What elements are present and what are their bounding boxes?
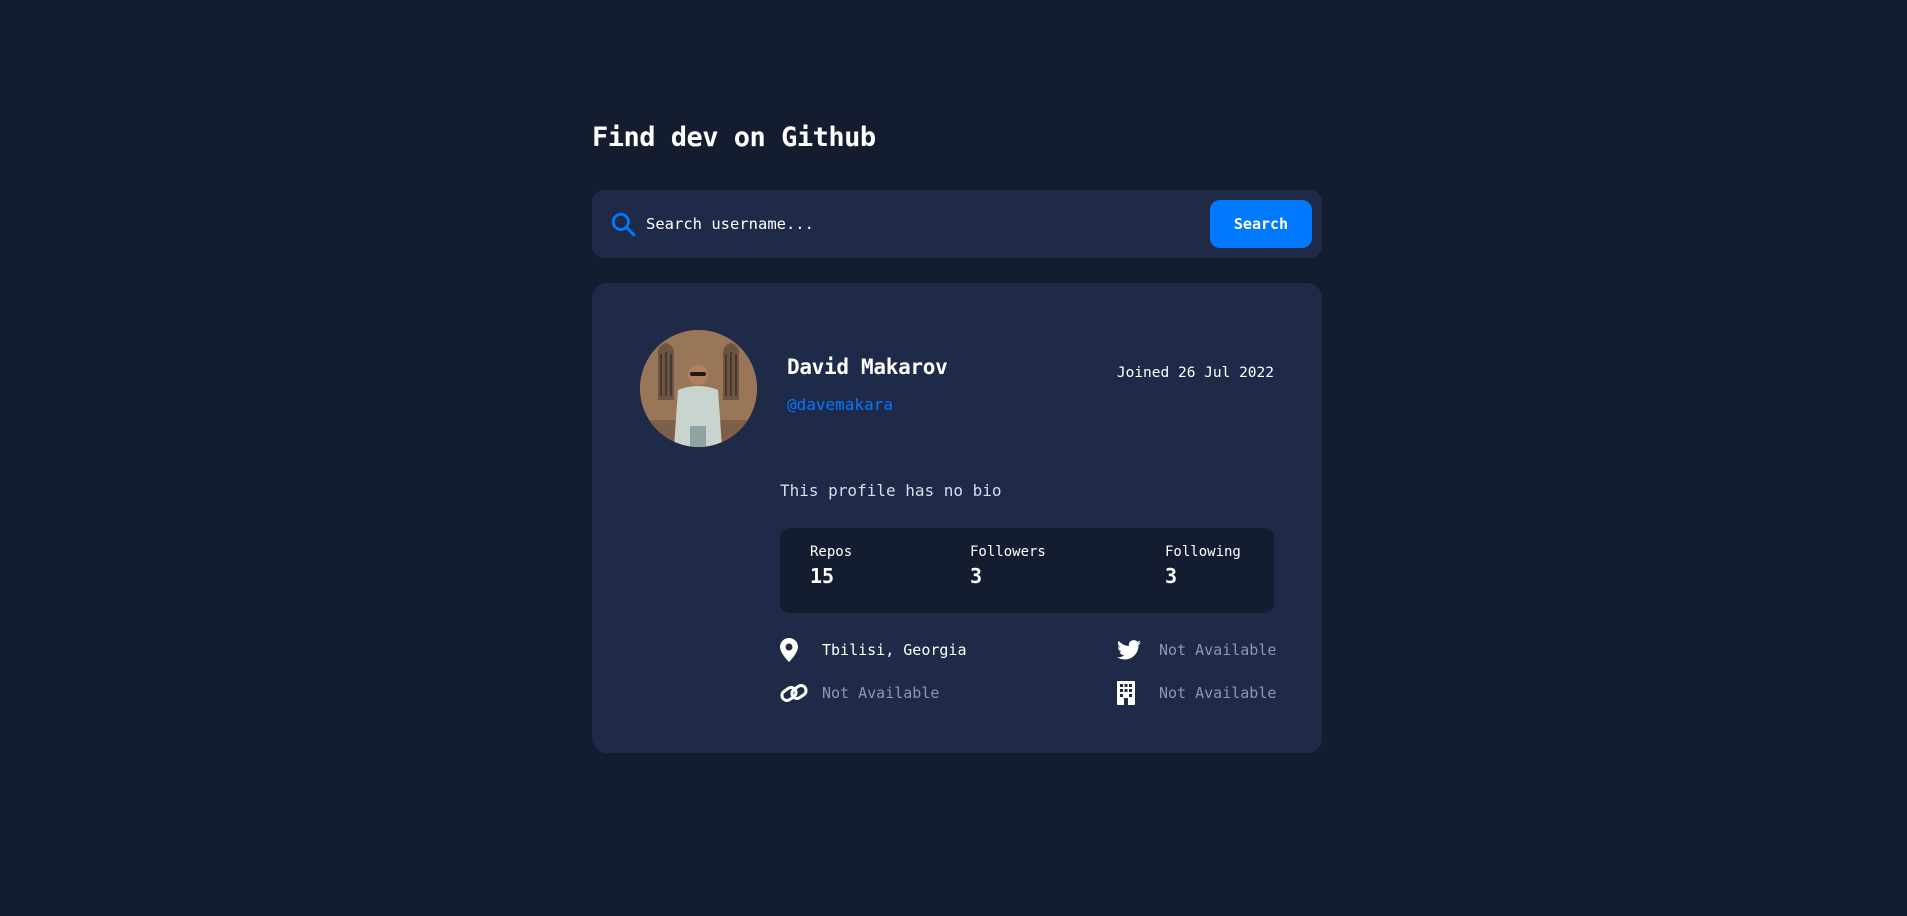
twitter-text: Not Available (1159, 641, 1277, 659)
joined-date: Joined 26 Jul 2022 (1116, 365, 1274, 381)
avatar-photo (640, 330, 757, 447)
location-pin-icon (780, 638, 798, 662)
profile-name: David Makarov (787, 355, 948, 379)
company-row: Not Available (1117, 681, 1276, 705)
building-icon (1117, 681, 1135, 705)
stat-value: 15 (810, 564, 835, 588)
link-icon (780, 684, 808, 702)
app-container: Find dev on Github Search David Makar (592, 118, 1322, 753)
stat-repos: Repos 15 (810, 544, 852, 588)
stat-label: Followers (970, 544, 1046, 560)
stat-following: Following 3 (1165, 544, 1241, 588)
location-text: Tbilisi, Georgia (822, 641, 967, 659)
stat-value: 3 (1165, 564, 1178, 588)
profile-card: David Makarov @davemakara Joined 26 Jul … (592, 283, 1322, 753)
search-bar: Search (592, 190, 1322, 258)
search-button[interactable]: Search (1210, 200, 1312, 248)
website-text: Not Available (822, 684, 940, 702)
stat-followers: Followers 3 (970, 544, 1046, 588)
search-icon (611, 212, 636, 237)
twitter-icon (1117, 640, 1141, 660)
page-title: Find dev on Github (592, 122, 876, 153)
stat-label: Repos (810, 544, 853, 560)
search-input[interactable] (646, 204, 1210, 244)
twitter-row: Not Available (1117, 638, 1276, 662)
profile-bio: This profile has no bio (780, 481, 1002, 500)
stat-label: Following (1165, 544, 1241, 560)
website-row: Not Available (780, 681, 939, 705)
avatar (640, 330, 757, 447)
company-text: Not Available (1159, 684, 1277, 702)
profile-handle[interactable]: @davemakara (787, 395, 893, 414)
stat-value: 3 (970, 564, 983, 588)
location-row: Tbilisi, Georgia (780, 638, 967, 662)
stats-panel: Repos 15 Followers 3 Following 3 (780, 528, 1274, 613)
